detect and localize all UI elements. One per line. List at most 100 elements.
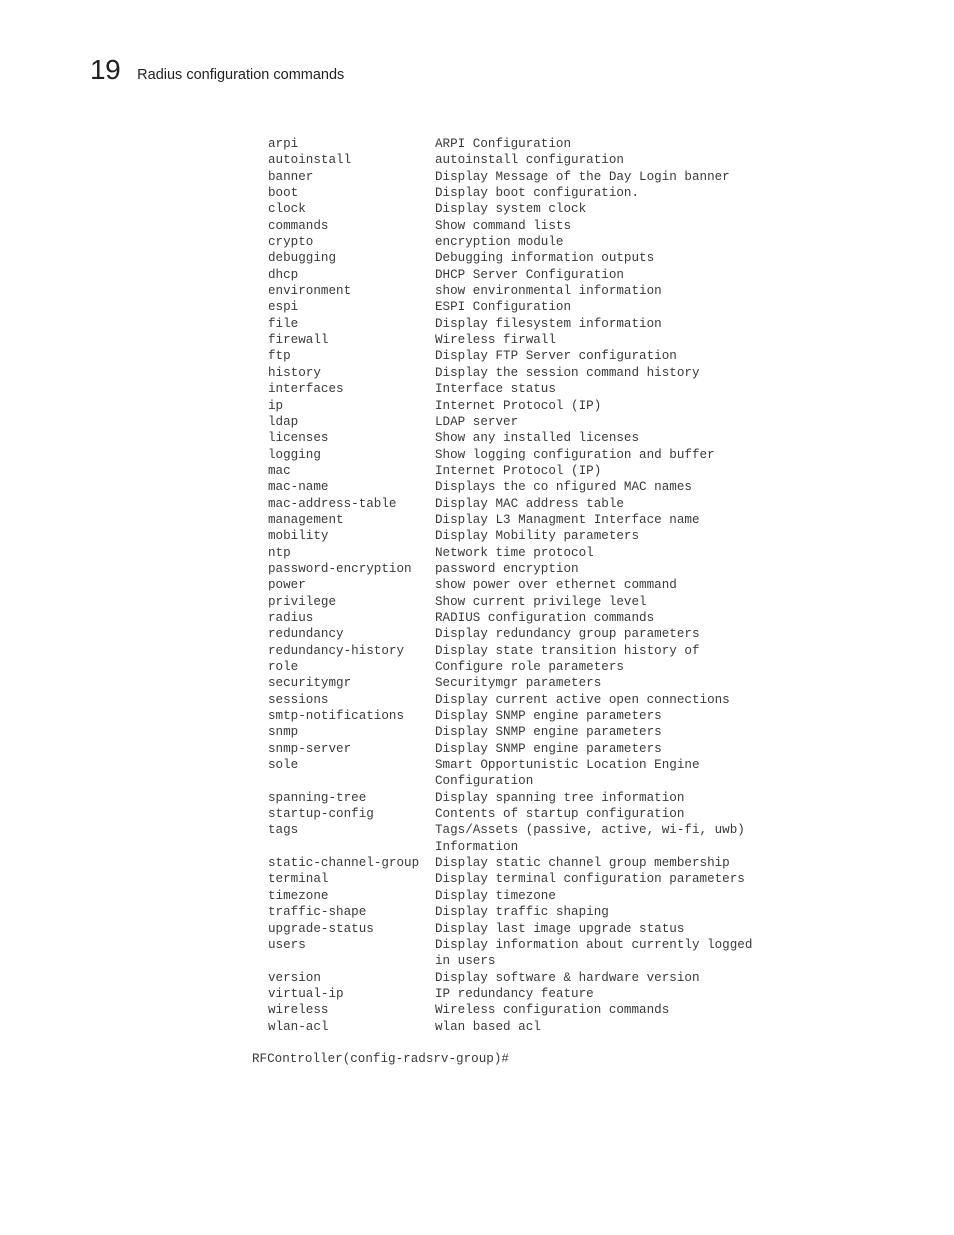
command-name: ntp <box>268 545 291 560</box>
command-row: commands Show command lists <box>268 218 752 234</box>
command-description-line: Display SNMP engine parameters <box>435 709 662 724</box>
command-name: debugging <box>268 251 337 266</box>
command-row: privilege Show current privilege level <box>268 594 752 610</box>
command-description-line: Tags/Assets (passive, active, wi-fi, uwb… <box>435 823 745 838</box>
command-description-line: DHCP Server Configuration <box>435 267 624 282</box>
command-row: ntp Network time protocol <box>268 545 752 561</box>
command-description-line: Information <box>435 839 519 854</box>
command-description: Display Mobility parameters <box>435 528 639 544</box>
command-row: espi ESPI Configuration <box>268 299 752 315</box>
command-description-line: Display FTP Server configuration <box>435 349 677 364</box>
command-row: terminal Display terminal configuration p… <box>268 871 752 887</box>
command-name: clock <box>268 202 306 217</box>
command-row: password-encryption password encryption <box>268 561 752 577</box>
command-description-line: Display spanning tree information <box>435 790 685 805</box>
command-description-line: Internet Protocol (IP) <box>435 398 602 413</box>
command-description-line: Display SNMP engine parameters <box>435 725 662 740</box>
command-description: Display spanning tree information <box>435 790 684 806</box>
command-name: crypto <box>268 235 314 250</box>
command-name: role <box>268 660 299 674</box>
command-description: Display information about currently logg… <box>435 937 752 970</box>
command-description: wlan based acl <box>435 1019 541 1035</box>
command-description-line: Display Message of the Day Login banner <box>435 169 730 184</box>
command-description-line: Debugging information outputs <box>435 251 655 266</box>
command-description-line: wlan based acl <box>435 1019 541 1034</box>
command-description: Display SNMP engine parameters <box>435 724 662 740</box>
command-row: sessions Display current active open conn… <box>268 692 752 708</box>
command-row: interfaces Interface status <box>268 381 752 397</box>
command-description: RADIUS configuration commands <box>435 610 654 626</box>
command-description-line: ESPI Configuration <box>435 300 572 315</box>
command-description-line: password encryption <box>435 561 579 576</box>
command-description: Securitymgr parameters <box>435 675 601 691</box>
command-description-line: LDAP server <box>435 414 519 429</box>
command-row: tags Tags/Assets (passive, active, wi-fi,… <box>268 822 752 855</box>
command-description: Show current privilege level <box>435 594 647 610</box>
command-name: mac-name <box>268 480 329 495</box>
command-name: traffic-shape <box>268 905 367 920</box>
command-row: static-channel-group Display static chann… <box>268 855 752 871</box>
command-description-line: Display last image upgrade status <box>435 921 685 936</box>
command-name: redundancy <box>268 627 344 642</box>
command-description: Contents of startup configuration <box>435 806 684 822</box>
command-description: Display static channel group membership <box>435 855 730 871</box>
command-name: mac <box>268 463 291 478</box>
command-description-line: Configuration <box>435 774 534 789</box>
command-description-line: Securitymgr parameters <box>435 676 602 691</box>
command-row: radius RADIUS configuration commands <box>268 610 752 626</box>
command-name: spanning-tree <box>268 790 367 805</box>
command-description: Show any installed licenses <box>435 430 639 446</box>
command-description: Display MAC address table <box>435 496 624 512</box>
chapter-title: Radius configuration commands <box>137 67 345 83</box>
command-name: users <box>268 937 306 952</box>
command-description-line: in users <box>435 954 496 969</box>
command-row: crypto encryption module <box>268 234 752 250</box>
command-row: clock Display system clock <box>268 201 752 217</box>
command-name: espi <box>268 300 299 315</box>
command-row: mac Internet Protocol (IP) <box>268 463 752 479</box>
command-description-line: Display SNMP engine parameters <box>435 741 662 756</box>
command-description: ESPI Configuration <box>435 299 571 315</box>
command-row: traffic-shape Display traffic shaping <box>268 904 752 920</box>
command-description-line: Network time protocol <box>435 545 594 560</box>
command-description: password encryption <box>435 561 579 577</box>
command-description: Display last image upgrade status <box>435 921 684 937</box>
command-description: LDAP server <box>435 414 518 430</box>
command-row: boot Display boot configuration. <box>268 185 752 201</box>
command-description-line: IP redundancy feature <box>435 986 594 1001</box>
command-description-line: Show logging configuration and buffer <box>435 447 715 462</box>
command-description: Smart Opportunistic Location Engine Confi… <box>435 757 700 790</box>
command-description: Display filesystem information <box>435 316 662 332</box>
command-description-line: Display system clock <box>435 202 587 217</box>
command-description-line: Contents of startup configuration <box>435 807 685 822</box>
command-description: IP redundancy feature <box>435 986 594 1002</box>
command-name: snmp <box>268 725 299 740</box>
command-row: redundancy-history Display state transiti… <box>268 643 752 659</box>
command-description: Displays the co nfigured MAC names <box>435 479 692 495</box>
command-name: dhcp <box>268 267 299 282</box>
command-description-line: Display information about currently logg… <box>435 937 753 952</box>
command-description: Wireless firwall <box>435 332 556 348</box>
command-row: power show power over ethernet command <box>268 577 752 593</box>
command-name: mobility <box>268 529 329 544</box>
command-description: autoinstall configuration <box>435 152 624 168</box>
command-description-line: Display software & hardware version <box>435 970 700 985</box>
command-description-line: Display filesystem information <box>435 316 662 331</box>
command-name: radius <box>268 610 314 625</box>
command-description-line: Display static channel group membership <box>435 856 730 871</box>
command-row: file Display filesystem information <box>268 316 752 332</box>
command-name: sessions <box>268 692 329 707</box>
command-description: Display traffic shaping <box>435 904 609 920</box>
command-name: mac-address-table <box>268 496 397 511</box>
command-list: arpi ARPI Configuration autoinstall autoins… <box>268 136 752 1035</box>
command-name: logging <box>268 447 321 462</box>
command-description-line: RADIUS configuration commands <box>435 610 655 625</box>
command-description-line: encryption module <box>435 235 564 250</box>
command-name: interfaces <box>268 382 344 397</box>
command-name: commands <box>268 218 329 233</box>
command-row: spanning-tree Display spanning tree infor… <box>268 790 752 806</box>
command-row: history Display the session command histo… <box>268 365 752 381</box>
command-description-line: ARPI Configuration <box>435 137 572 151</box>
command-row: mobility Display Mobility parameters <box>268 528 752 544</box>
command-row: arpi ARPI Configuration <box>268 136 752 152</box>
